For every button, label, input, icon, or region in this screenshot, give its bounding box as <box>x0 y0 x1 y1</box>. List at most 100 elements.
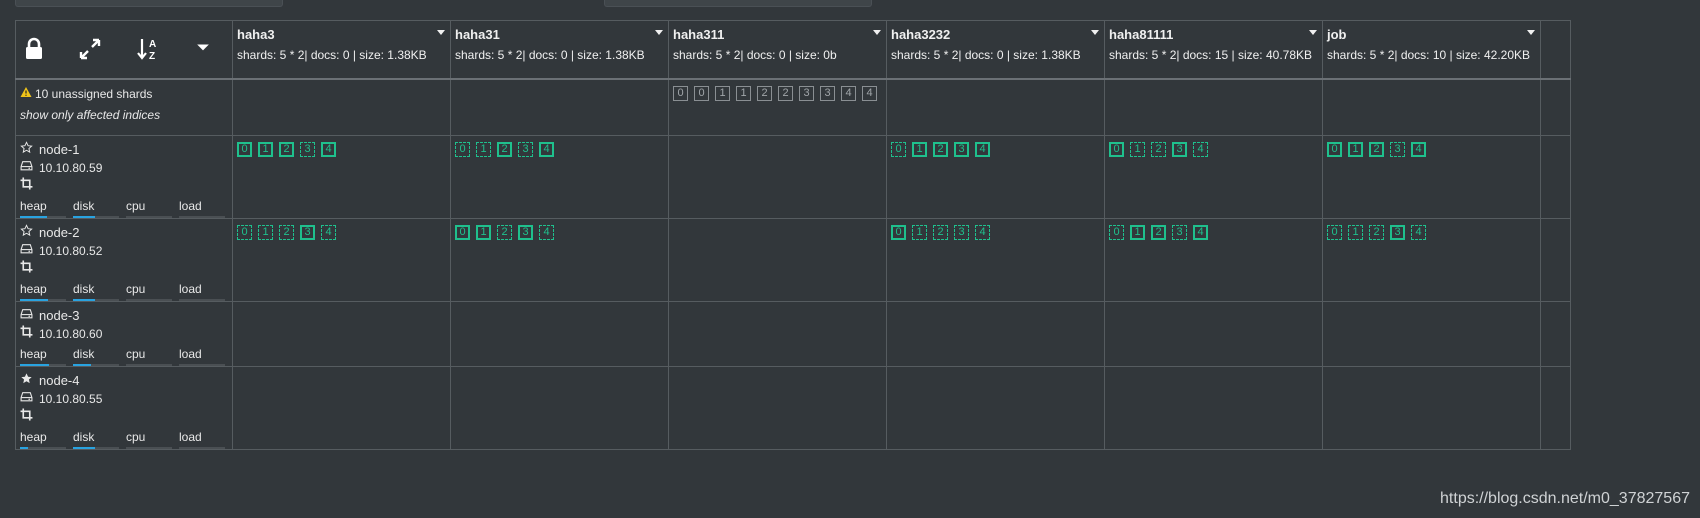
unassigned-shard[interactable]: 0 <box>673 86 688 101</box>
unassigned-shard[interactable]: 4 <box>841 86 856 101</box>
replica-shard[interactable]: 3 <box>1390 141 1405 157</box>
index-menu-caret[interactable] <box>655 30 663 35</box>
node-shard-cell: 01234 <box>886 134 1105 219</box>
primary-shard[interactable]: 4 <box>1411 141 1426 157</box>
replica-shard[interactable]: 4 <box>539 224 554 240</box>
replica-shard[interactable]: 4 <box>1193 141 1208 157</box>
primary-shard[interactable]: 0 <box>1327 141 1342 157</box>
index-menu-caret[interactable] <box>437 30 445 35</box>
index-header: haha31 shards: 5 * 2| docs: 0 | size: 1.3… <box>450 20 669 80</box>
replica-shard[interactable]: 1 <box>258 224 273 240</box>
replica-shard[interactable]: 0 <box>1109 224 1124 240</box>
metric-heap: heap <box>20 282 66 301</box>
primary-shard[interactable]: 2 <box>1151 224 1166 240</box>
metric-fill <box>20 446 29 449</box>
filler-cell <box>1540 20 1571 80</box>
unassigned-info: 10 unassigned shards show only affected i… <box>16 80 232 123</box>
metric-fill <box>73 446 96 449</box>
index-name[interactable]: haha3232 <box>891 27 1104 42</box>
primary-shard[interactable]: 1 <box>1130 224 1145 240</box>
primary-shard[interactable]: 1 <box>1348 141 1363 157</box>
node-name[interactable]: node-2 <box>39 224 79 242</box>
replica-shard[interactable]: 3 <box>954 224 969 240</box>
replica-shard[interactable]: 2 <box>1151 141 1166 157</box>
replica-shard[interactable]: 3 <box>1172 224 1187 240</box>
primary-shard[interactable]: 2 <box>497 141 512 157</box>
cluster-overview-grid: A Z haha3 shards: 5 * 2| docs: 0 | size: 1.… <box>15 20 1571 450</box>
metric-disk: disk <box>73 430 119 449</box>
index-header: haha3 shards: 5 * 2| docs: 0 | size: 1.38… <box>232 20 451 80</box>
replica-shard[interactable]: 1 <box>1130 141 1145 157</box>
unassigned-shard[interactable]: 2 <box>757 86 772 101</box>
node-name[interactable]: node-3 <box>39 307 79 325</box>
index-name[interactable]: job <box>1327 27 1540 42</box>
replica-shard[interactable]: 0 <box>455 141 470 157</box>
replica-shard[interactable]: 0 <box>891 141 906 157</box>
caret-down-icon[interactable] <box>193 37 217 61</box>
index-name[interactable]: haha81111 <box>1109 27 1322 42</box>
hdd-icon <box>20 159 33 177</box>
replica-shard[interactable]: 0 <box>237 224 252 240</box>
primary-shard[interactable]: 3 <box>954 141 969 157</box>
primary-shard[interactable]: 3 <box>1390 224 1405 240</box>
control-cell: AZ <box>15 20 233 80</box>
index-name[interactable]: haha31 <box>455 27 668 42</box>
primary-shard[interactable]: 0 <box>891 224 906 240</box>
index-menu-caret[interactable] <box>1091 30 1099 35</box>
replica-shard[interactable]: 4 <box>1411 224 1426 240</box>
index-menu-caret[interactable] <box>1309 30 1317 35</box>
primary-shard[interactable]: 0 <box>1109 141 1124 157</box>
unassigned-shard[interactable]: 2 <box>778 86 793 101</box>
primary-shard[interactable]: 1 <box>912 141 927 157</box>
index-menu-caret[interactable] <box>873 30 881 35</box>
primary-shard[interactable]: 2 <box>933 141 948 157</box>
node-name[interactable]: node-4 <box>39 372 79 390</box>
replica-shard[interactable]: 2 <box>1369 224 1384 240</box>
primary-shard[interactable]: 1 <box>258 141 273 157</box>
primary-shard[interactable]: 3 <box>300 224 315 240</box>
primary-shard[interactable]: 4 <box>975 141 990 157</box>
index-name[interactable]: haha3 <box>237 27 450 42</box>
primary-shard[interactable]: 2 <box>1369 141 1384 157</box>
show-affected-indices-link[interactable]: show only affected indices <box>20 108 228 122</box>
replica-shard[interactable]: 1 <box>912 224 927 240</box>
primary-shard[interactable]: 0 <box>455 224 470 240</box>
replica-shard[interactable]: 4 <box>975 224 990 240</box>
replica-shard[interactable]: 0 <box>1327 224 1342 240</box>
replica-shard[interactable]: 3 <box>300 141 315 157</box>
replica-shard[interactable]: 2 <box>933 224 948 240</box>
replica-shard[interactable]: 2 <box>497 224 512 240</box>
sort-alpha-icon[interactable]: AZ <box>136 37 160 62</box>
lock-icon[interactable] <box>22 37 46 61</box>
primary-shard[interactable]: 4 <box>539 141 554 157</box>
primary-shard[interactable]: 3 <box>1172 141 1187 157</box>
primary-shard[interactable]: 1 <box>476 224 491 240</box>
replica-shard[interactable]: 1 <box>476 141 491 157</box>
unassigned-shard[interactable]: 3 <box>799 86 814 101</box>
unassigned-shard[interactable]: 1 <box>736 86 751 101</box>
unassigned-shard[interactable]: 3 <box>820 86 835 101</box>
shard-group <box>1323 367 1540 373</box>
metric-bar <box>73 363 119 366</box>
replica-shard[interactable]: 4 <box>321 224 336 240</box>
replica-shard[interactable]: 2 <box>279 224 294 240</box>
crop-icon <box>20 177 33 195</box>
metric-load: load <box>179 282 225 301</box>
node-name[interactable]: node-1 <box>39 141 79 159</box>
unassigned-shard[interactable]: 1 <box>715 86 730 101</box>
index-menu-caret[interactable] <box>1527 30 1535 35</box>
primary-shard[interactable]: 4 <box>1193 224 1208 240</box>
node-ip-line: 10.10.80.60 <box>20 325 228 343</box>
metric-label: disk <box>73 281 95 296</box>
primary-shard[interactable]: 0 <box>237 141 252 157</box>
expand-icon[interactable] <box>78 37 102 61</box>
primary-shard[interactable]: 4 <box>321 141 336 157</box>
index-name[interactable]: haha311 <box>673 27 886 42</box>
unassigned-shard[interactable]: 0 <box>694 86 709 101</box>
primary-shard[interactable]: 3 <box>518 224 533 240</box>
replica-shard[interactable]: 3 <box>518 141 533 157</box>
primary-shard[interactable]: 2 <box>279 141 294 157</box>
replica-shard[interactable]: 1 <box>1348 224 1363 240</box>
unassigned-shard[interactable]: 4 <box>862 86 877 101</box>
metric-label: heap <box>20 281 47 296</box>
